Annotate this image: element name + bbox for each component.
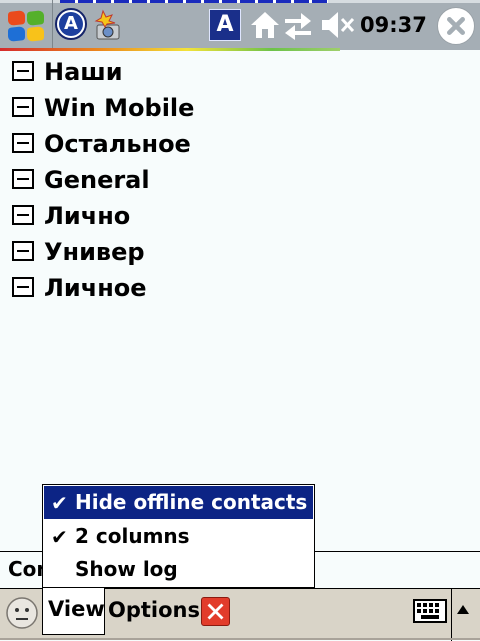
- group-label: Win Mobile: [44, 94, 195, 122]
- title-color-rule: [0, 48, 340, 51]
- menu-item-hide-offline[interactable]: ✔ Hide offline contacts: [44, 486, 313, 519]
- sip-divider: [451, 589, 452, 641]
- view-menu-button[interactable]: View: [42, 588, 105, 635]
- group-label: Наши: [44, 58, 123, 86]
- input-method-icon[interactable]: A: [209, 9, 241, 41]
- collapse-icon[interactable]: [12, 169, 34, 189]
- group-label: Личное: [44, 274, 147, 302]
- options-menu-button[interactable]: Options: [108, 597, 200, 623]
- check-icon: ✔: [51, 525, 68, 549]
- status-bar: A A 09:37: [0, 0, 480, 51]
- menu-item-label: Show log: [75, 557, 178, 581]
- close-icon[interactable]: [437, 7, 475, 45]
- camera-icon[interactable]: [93, 9, 123, 41]
- check-icon: ✔: [51, 491, 68, 515]
- clock[interactable]: 09:37: [360, 12, 427, 38]
- group-row[interactable]: Личное: [0, 270, 480, 306]
- sync-icon[interactable]: [283, 10, 313, 40]
- collapse-icon[interactable]: [12, 241, 34, 261]
- group-label: Лично: [44, 202, 131, 230]
- view-menu: ✔ Hide offline contacts ✔ 2 columns Show…: [42, 484, 315, 588]
- group-label: Универ: [44, 238, 145, 266]
- home-icon[interactable]: [249, 10, 281, 40]
- menu-item-two-columns[interactable]: ✔ 2 columns: [44, 520, 313, 553]
- collapse-icon[interactable]: [12, 97, 34, 117]
- group-row[interactable]: General: [0, 162, 480, 198]
- view-menu-label: View: [48, 597, 105, 621]
- sip-arrow-icon[interactable]: [456, 603, 470, 617]
- group-label: Остальное: [44, 130, 191, 158]
- collapse-icon[interactable]: [12, 277, 34, 297]
- presence-status-icon[interactable]: [5, 596, 39, 630]
- collapse-icon[interactable]: [12, 61, 34, 81]
- group-row[interactable]: Лично: [0, 198, 480, 234]
- menu-item-label: 2 columns: [75, 524, 190, 548]
- im-status-icon[interactable]: A: [55, 8, 87, 40]
- group-row[interactable]: Наши: [0, 54, 480, 90]
- menu-bar: View Options: [0, 588, 480, 641]
- group-row[interactable]: Универ: [0, 234, 480, 270]
- delete-icon[interactable]: [201, 597, 230, 626]
- keyboard-icon[interactable]: [413, 599, 447, 623]
- collapse-icon[interactable]: [12, 205, 34, 225]
- group-row[interactable]: Остальное: [0, 126, 480, 162]
- volume-muted-icon[interactable]: [319, 9, 355, 41]
- group-row[interactable]: Win Mobile: [0, 90, 480, 126]
- im-indicator-letter: A: [59, 12, 83, 36]
- group-label: General: [44, 166, 150, 194]
- title-progress-line: [60, 0, 328, 3]
- menu-item-label: Hide offline contacts: [75, 490, 308, 514]
- menu-item-show-log[interactable]: Show log: [44, 553, 313, 586]
- start-button[interactable]: [0, 0, 53, 50]
- windows-start-icon: [6, 10, 46, 42]
- collapse-icon[interactable]: [12, 133, 34, 153]
